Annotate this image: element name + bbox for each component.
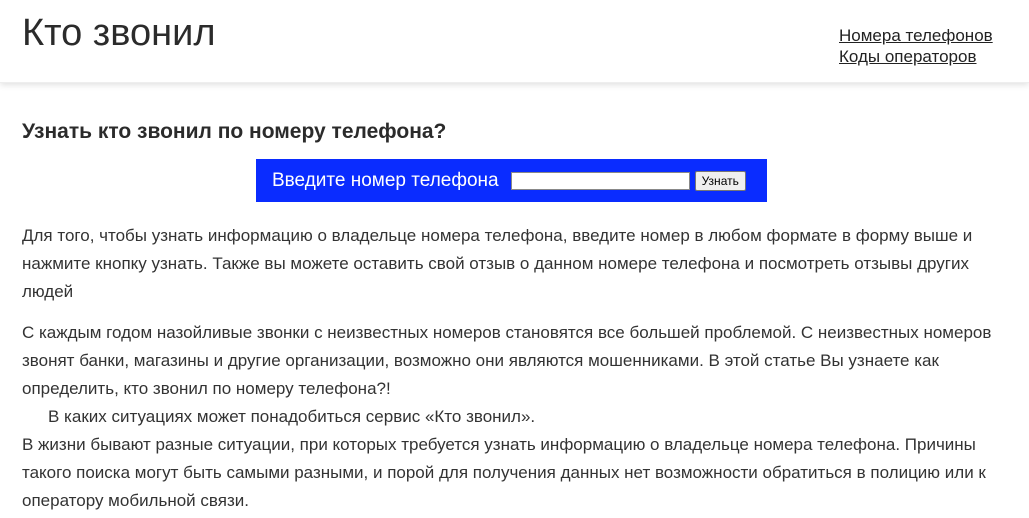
top-nav: Номера телефонов Коды операторов [839,25,993,67]
site-title[interactable]: Кто звонил [22,10,216,56]
search-button[interactable]: Узнать [694,170,746,191]
section-heading: В каких ситуациях может понадобиться сер… [48,407,536,426]
article-paragraph: В жизни бывают разные ситуации, при кото… [22,435,986,510]
nav-link-operator-codes[interactable]: Коды операторов [839,46,993,67]
article-paragraph: С каждым годом назойливые звонки с неизв… [22,323,992,398]
phone-search-form: Введите номер телефона Узнать [256,159,767,202]
intro-paragraph: Для того, чтобы узнать информацию о влад… [22,226,973,301]
phone-number-input[interactable] [510,171,690,190]
article-body: Для того, чтобы узнать информацию о влад… [22,222,1007,515]
search-label: Введите номер телефона [272,169,499,191]
nav-link-phone-numbers[interactable]: Номера телефонов [839,25,993,46]
page-title: Узнать кто звонил по номеру телефона? [22,120,447,143]
site-header: Кто звонил Номера телефонов Коды операто… [0,0,1029,83]
main-content: Узнать кто звонил по номеру телефона? Вв… [22,118,1007,510]
